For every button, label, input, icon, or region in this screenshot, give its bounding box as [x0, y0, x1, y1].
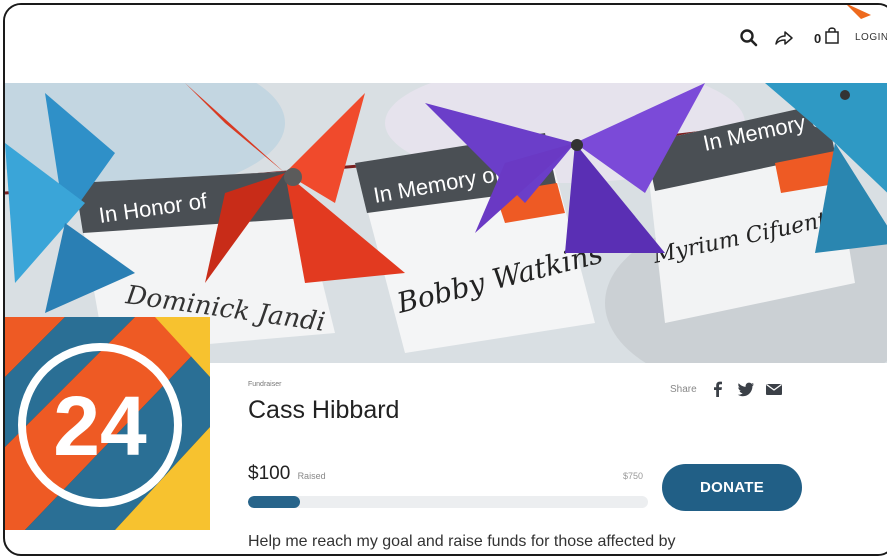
fundraiser-name: Cass Hibbard	[248, 396, 400, 424]
pointer-arrow-icon	[847, 5, 871, 19]
login-link[interactable]: LOGIN	[855, 32, 887, 43]
app-window: 0 LOGIN In Honor of Dominick Jandi In Me…	[3, 3, 887, 556]
progress-fill	[248, 496, 300, 508]
raised-label: Raised	[297, 471, 326, 481]
share-block: Share	[670, 377, 783, 401]
progress-bar	[248, 496, 648, 508]
twitter-icon[interactable]	[737, 380, 755, 398]
top-nav: 0 LOGIN	[5, 5, 887, 83]
donate-button[interactable]: DONATE	[662, 464, 802, 511]
page-kicker: Fundraiser	[248, 381, 282, 388]
share-arrow-icon[interactable]	[773, 27, 795, 49]
cart-count: 0	[814, 31, 822, 46]
logo-text: 24	[53, 379, 147, 473]
raised-value: $100	[248, 463, 291, 484]
raised-amount: $100 Raised	[248, 463, 326, 485]
fundraiser-logo: 24	[5, 317, 210, 530]
email-icon[interactable]	[765, 380, 783, 398]
fundraiser-description: Help me reach my goal and raise funds fo…	[248, 533, 676, 550]
share-label: Share	[670, 383, 697, 395]
shopping-bag-icon[interactable]	[824, 26, 840, 44]
fundraiser-content: Fundraiser Cass Hibbard Share $100 Raise…	[210, 363, 887, 554]
search-icon[interactable]	[738, 27, 760, 49]
goal-amount: $750	[623, 471, 644, 481]
facebook-icon[interactable]	[709, 380, 727, 398]
